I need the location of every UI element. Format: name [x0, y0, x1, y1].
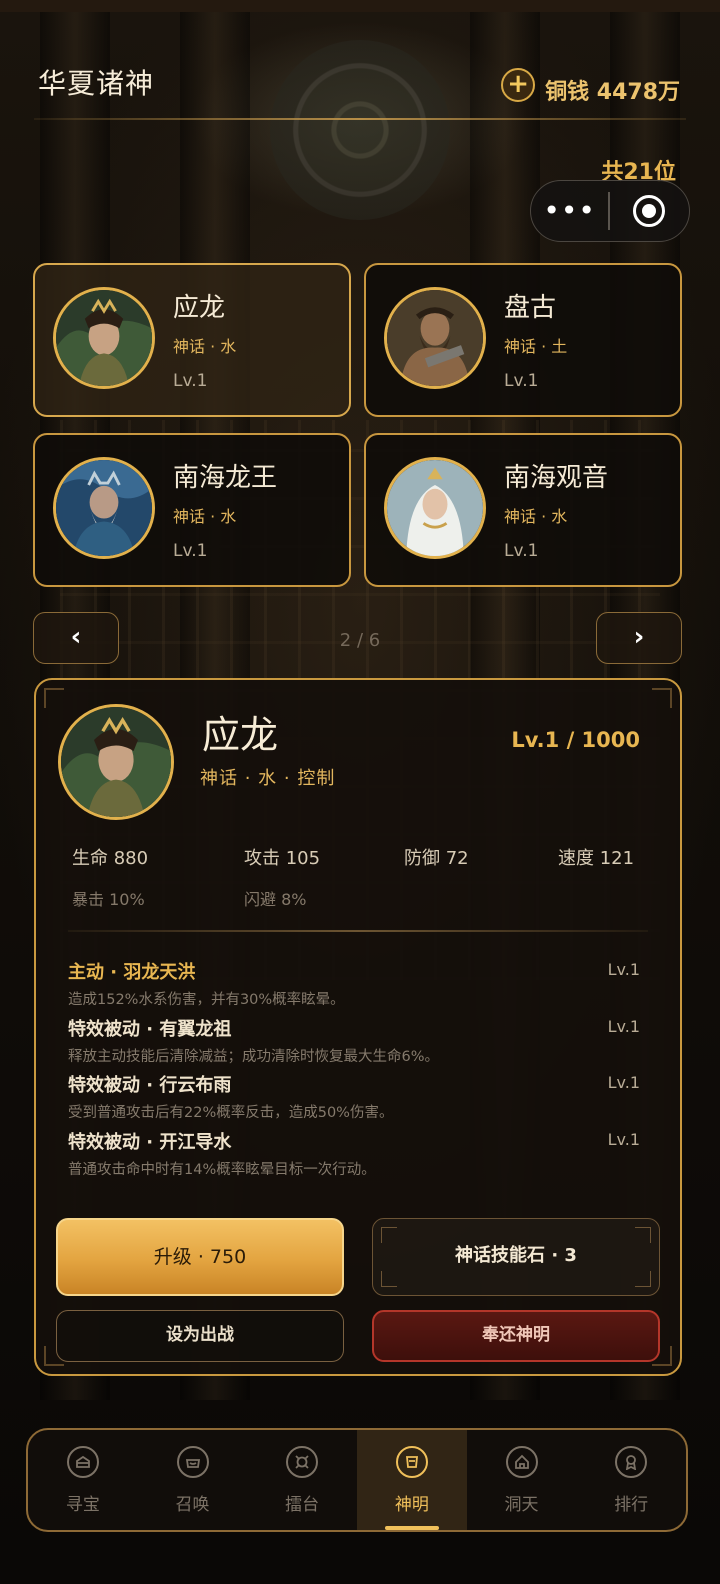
avatar	[384, 457, 486, 559]
skill-desc: 释放主动技能后清除减益；成功清除时恢复最大生命6%。	[68, 1049, 440, 1065]
god-card-guanyin[interactable]: 南海观音 神话 · 水 Lv.1	[364, 433, 682, 587]
bottom-nav: 寻宝 召唤 擂台 神明 洞天 排行	[26, 1428, 688, 1532]
skill-level: Lv.1	[607, 1073, 640, 1092]
stat-hp: 生命 880	[72, 848, 149, 869]
god-level: Lv.1	[173, 541, 208, 561]
nav-label: 排行	[614, 1495, 649, 1515]
detail-avatar	[58, 704, 174, 820]
skill-level: Lv.1	[607, 960, 640, 979]
upgrade-button[interactable]: 升级 · 750	[56, 1218, 344, 1296]
nav-label: 洞天	[504, 1495, 539, 1515]
skill-level: Lv.1	[607, 1017, 640, 1036]
stat-defense: 防御 72	[404, 848, 469, 869]
close-button[interactable]	[610, 195, 689, 227]
skill-desc: 普通攻击命中时有14%概率眩晕目标一次行动。	[68, 1162, 376, 1178]
skill-stone-label: 神话技能石 · 3	[455, 1245, 577, 1266]
god-type: 神话 · 水	[173, 507, 237, 526]
stat-dodge: 闪避 8%	[244, 890, 307, 909]
nav-item-cave[interactable]: 洞天	[467, 1430, 577, 1530]
more-menu-button[interactable]: •••	[531, 197, 608, 225]
treasure-icon	[66, 1446, 99, 1478]
stat-speed: 速度 121	[558, 848, 635, 869]
avatar	[53, 287, 155, 389]
status-bar	[0, 0, 720, 12]
arena-icon	[286, 1446, 319, 1478]
section-divider	[68, 930, 648, 932]
god-name: 南海龙王	[173, 463, 278, 493]
gods-icon	[395, 1446, 428, 1478]
god-name: 盘古	[504, 293, 557, 323]
nav-item-gods[interactable]: 神明	[357, 1430, 467, 1530]
cave-icon	[505, 1446, 538, 1478]
skill-desc: 造成152%水系伤害，并有30%概率眩晕。	[68, 992, 345, 1008]
avatar	[53, 457, 155, 559]
nav-label: 召唤	[175, 1495, 210, 1515]
god-level: Lv.1	[504, 371, 539, 391]
nav-item-arena[interactable]: 擂台	[247, 1430, 357, 1530]
nav-item-ranking[interactable]: 排行	[576, 1430, 686, 1530]
god-name: 应龙	[173, 293, 226, 323]
god-level: Lv.1	[504, 541, 539, 561]
nav-label: 擂台	[285, 1495, 320, 1515]
next-page-button[interactable]: ›	[596, 612, 682, 664]
nav-item-summon[interactable]: 召唤	[138, 1430, 248, 1530]
detail-type: 神话 · 水 · 控制	[200, 768, 336, 789]
god-level: Lv.1	[173, 371, 208, 391]
skill-desc: 受到普通攻击后有22%概率反击，造成50%伤害。	[68, 1105, 394, 1121]
god-name: 南海观音	[504, 463, 609, 493]
god-card-dragon-king[interactable]: 南海龙王 神话 · 水 Lv.1	[33, 433, 351, 587]
skill-title: 特效被动 · 行云布雨	[68, 1075, 232, 1096]
summon-icon	[176, 1446, 209, 1478]
detail-name: 应龙	[202, 713, 279, 757]
coin-text: 铜钱 4478万	[545, 80, 680, 105]
god-type: 神话 · 土	[504, 337, 568, 356]
god-type: 神话 · 水	[173, 337, 237, 356]
stat-crit: 暴击 10%	[72, 890, 145, 909]
god-card-pangu[interactable]: 盘古 神话 · 土 Lv.1	[364, 263, 682, 417]
nav-label: 寻宝	[65, 1495, 100, 1515]
target-icon	[633, 195, 666, 227]
deploy-button[interactable]: 设为出战	[56, 1310, 344, 1362]
skill-level: Lv.1	[607, 1130, 640, 1149]
nav-label: 神明	[394, 1495, 429, 1515]
avatar	[384, 287, 486, 389]
god-type: 神话 · 水	[504, 507, 568, 526]
god-detail-panel: 应龙 神话 · 水 · 控制 Lv.1 / 1000 生命 880 攻击 105…	[34, 678, 682, 1376]
skill-title: 主动 · 羽龙天洪	[68, 962, 196, 983]
miniprogram-capsule: •••	[530, 180, 690, 242]
skill-stone-button[interactable]: 神话技能石 · 3	[372, 1218, 660, 1296]
active-indicator	[385, 1526, 439, 1530]
skill-title: 特效被动 · 有翼龙祖	[68, 1019, 232, 1040]
stat-attack: 攻击 105	[244, 848, 321, 869]
god-card-yinglong[interactable]: 应龙 神话 · 水 Lv.1	[33, 263, 351, 417]
ranking-icon	[615, 1446, 648, 1478]
skill-title: 特效被动 · 开江导水	[68, 1132, 232, 1153]
coin-balance: + 铜钱 4478万	[501, 64, 680, 106]
plus-icon[interactable]: +	[501, 68, 536, 102]
page-title: 华夏诸神	[38, 67, 155, 100]
header-divider	[34, 118, 686, 120]
return-god-button[interactable]: 奉还神明	[372, 1310, 660, 1362]
nav-item-treasure[interactable]: 寻宝	[28, 1430, 138, 1530]
detail-level: Lv.1 / 1000	[511, 728, 640, 752]
